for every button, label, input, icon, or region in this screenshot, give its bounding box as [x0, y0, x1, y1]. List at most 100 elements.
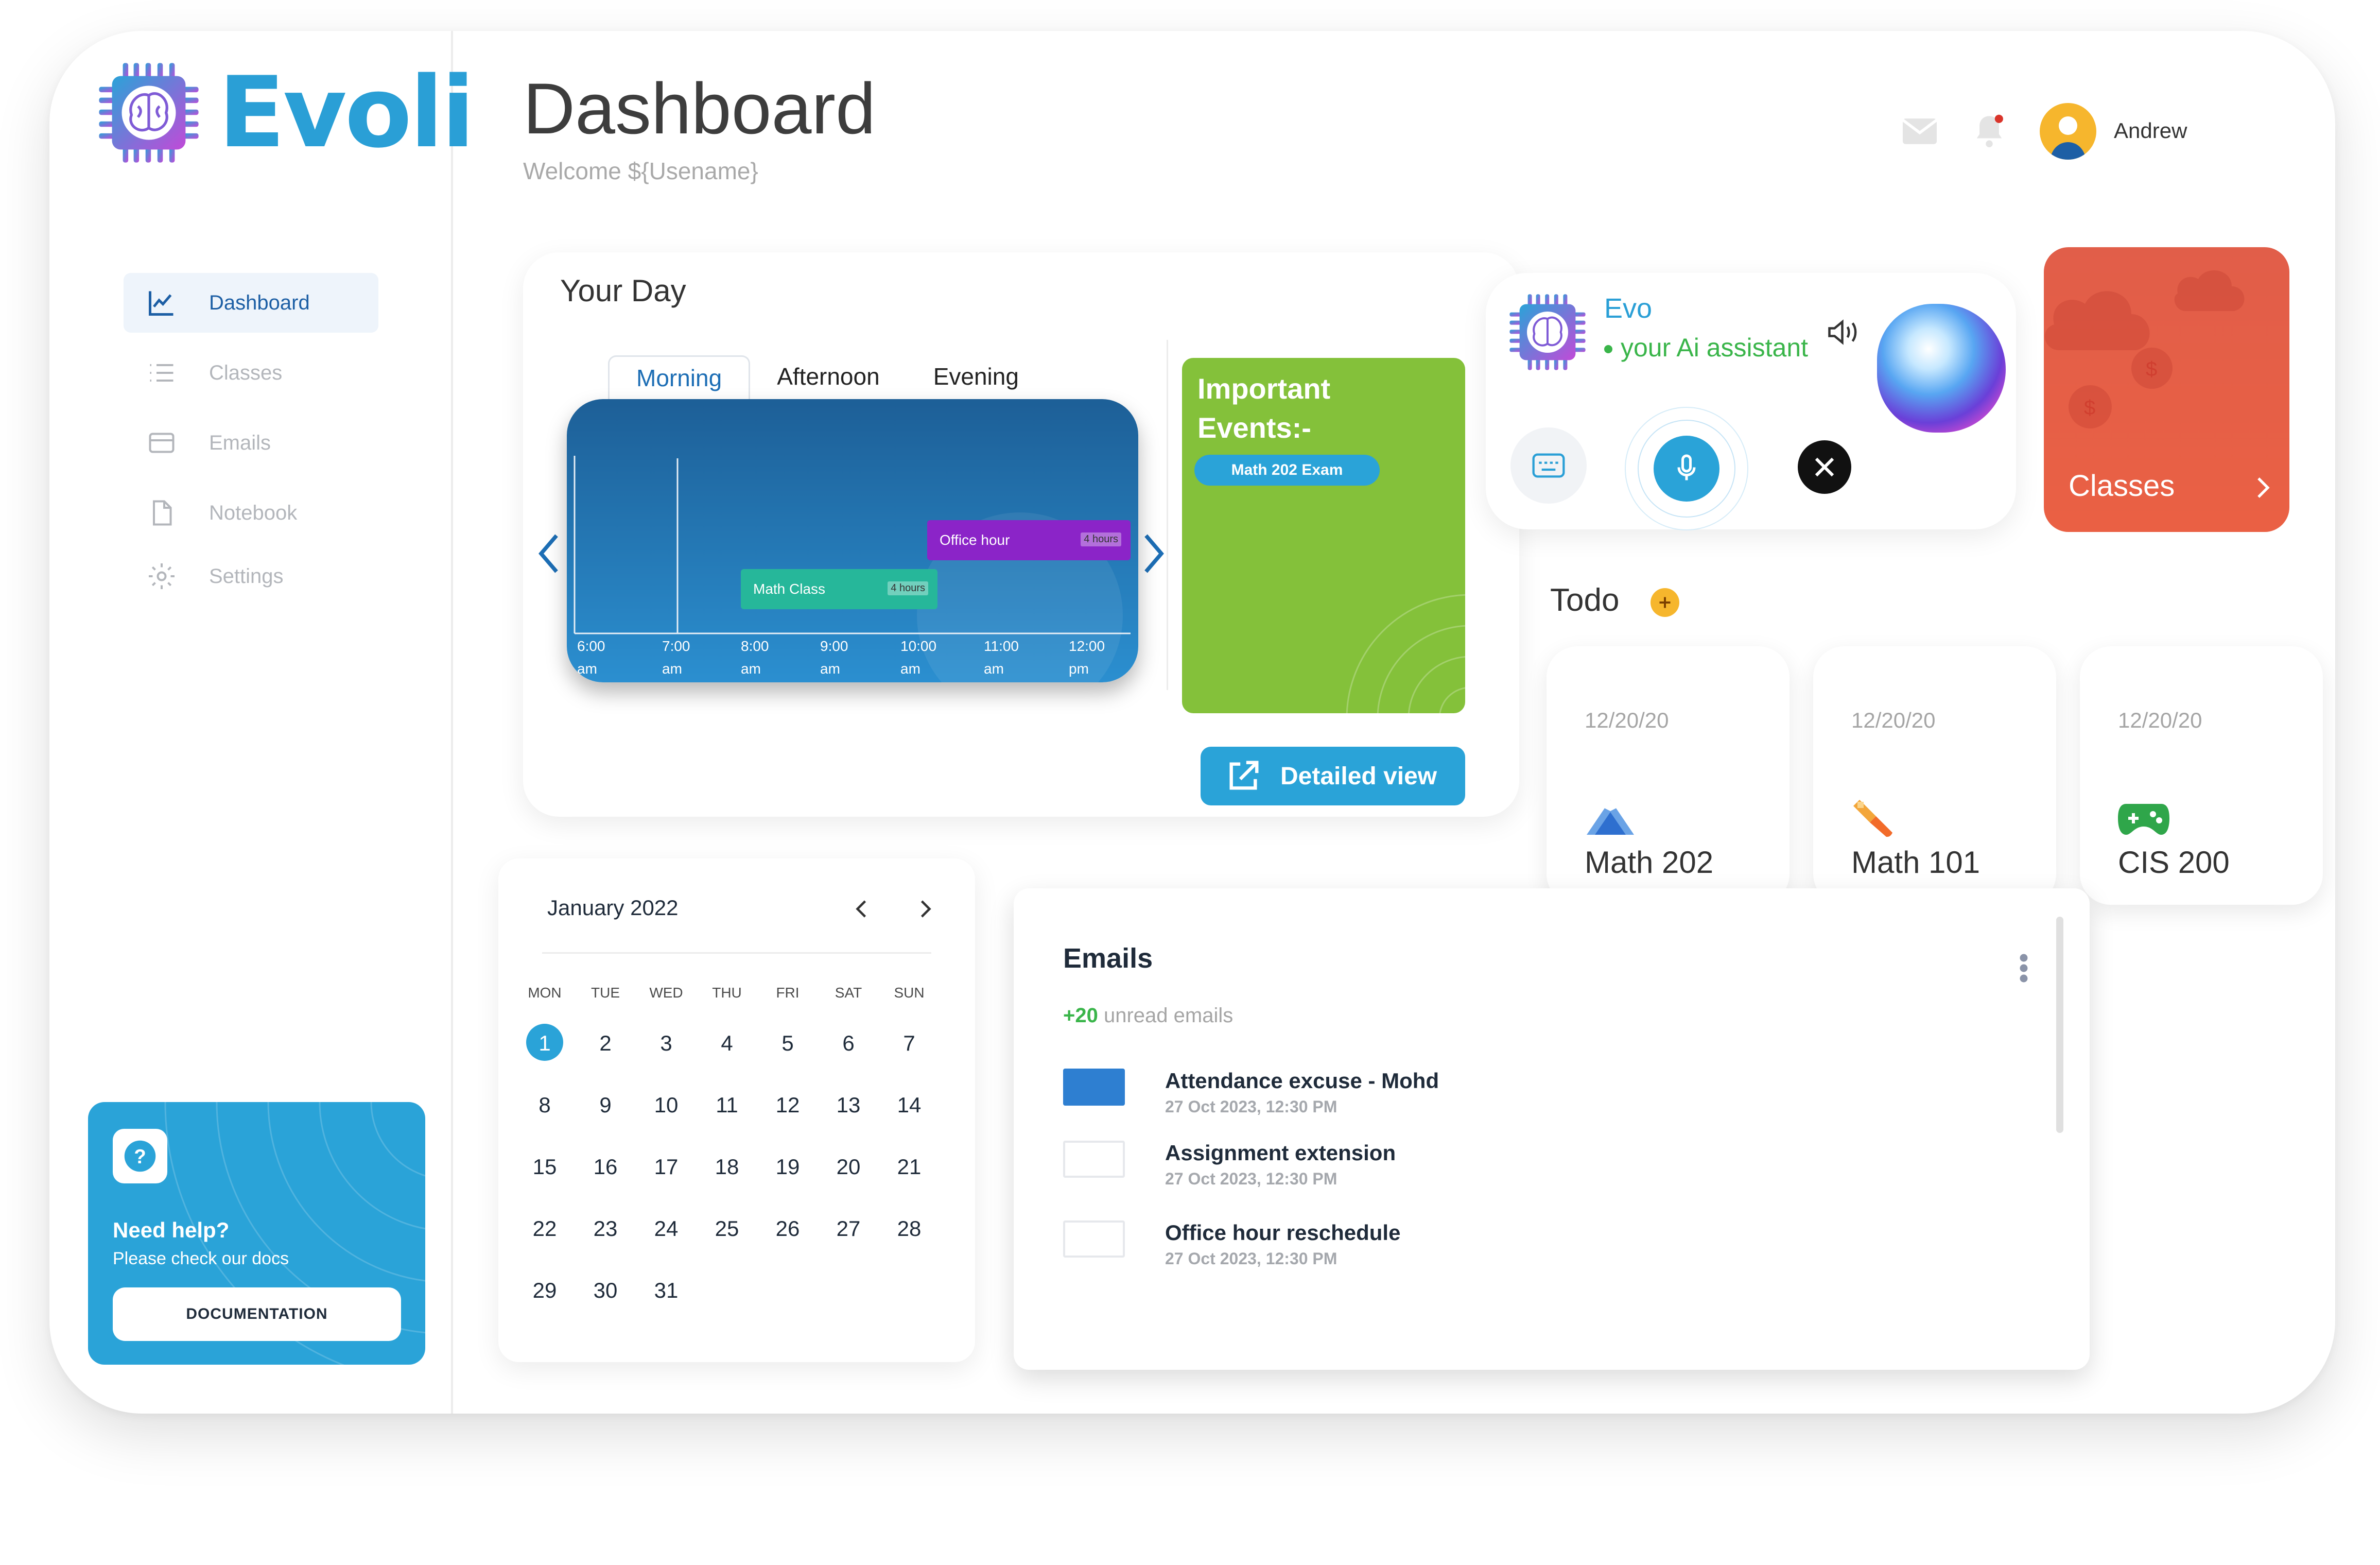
- tab-evening[interactable]: Evening: [907, 355, 1046, 399]
- sidebar-item-classes[interactable]: Classes: [124, 343, 381, 403]
- calendar-weekday: MON: [528, 985, 562, 1001]
- calendar-day[interactable]: 2: [580, 1031, 631, 1056]
- calendar-day[interactable]: 6: [823, 1031, 874, 1056]
- event-office-hour[interactable]: Office hour 4 hours: [927, 520, 1131, 560]
- time-tick: 10:00 am: [900, 638, 937, 677]
- event-label: Math Class: [753, 581, 826, 597]
- calendar-day[interactable]: 31: [640, 1278, 692, 1303]
- sidebar-item-notebook[interactable]: Notebook: [124, 483, 381, 543]
- todo-card[interactable]: 12/20/20 CIS 200: [2080, 646, 2323, 905]
- help-subtitle: Please check our docs: [113, 1249, 289, 1268]
- calendar-day[interactable]: 5: [762, 1031, 813, 1056]
- time-tick: 9:00 am: [820, 638, 848, 677]
- calendar-day[interactable]: 28: [883, 1216, 935, 1241]
- email-subject: Office hour reschedule: [1165, 1220, 1401, 1245]
- emails-scrollbar[interactable]: [2056, 917, 2063, 1133]
- important-events-title: Important Events:-: [1197, 372, 1331, 444]
- calendar-day[interactable]: 19: [762, 1155, 813, 1179]
- calendar-day[interactable]: 29: [519, 1278, 570, 1303]
- todo-card[interactable]: 12/20/20 Math 202: [1547, 646, 1790, 905]
- todo-name: Math 202: [1585, 845, 1714, 880]
- email-checkbox[interactable]: [1063, 1069, 1125, 1106]
- more-options-icon[interactable]: [2018, 953, 2030, 986]
- sidebar-item-label: Settings: [209, 564, 284, 588]
- calendar-day[interactable]: 18: [701, 1155, 753, 1179]
- important-event-item[interactable]: Math 202 Exam: [1194, 455, 1380, 486]
- help-title: Need help?: [113, 1218, 230, 1242]
- important-events-card[interactable]: Important Events:- Math 202 Exam: [1182, 358, 1465, 713]
- assistant-subtitle: your Ai assistant: [1621, 333, 1809, 362]
- tab-afternoon[interactable]: Afternoon: [750, 355, 906, 399]
- email-checkbox[interactable]: [1063, 1220, 1125, 1258]
- todo-date: 12/20/20: [2118, 708, 2202, 732]
- microphone-button[interactable]: [1625, 407, 1748, 530]
- calendar-day[interactable]: 20: [823, 1155, 874, 1179]
- calendar-day[interactable]: 8: [519, 1093, 570, 1117]
- unread-count-label: unread emails: [1103, 1004, 1234, 1027]
- app-window: Evoli Dashboard Classes Emails Notebook: [49, 31, 2335, 1414]
- mail-icon[interactable]: [1902, 118, 1938, 147]
- calendar-day[interactable]: 12: [762, 1093, 813, 1117]
- calendar-prev-icon[interactable]: [854, 899, 869, 922]
- chart-line-icon: [145, 286, 178, 319]
- sidebar-item-emails[interactable]: Emails: [124, 413, 381, 473]
- detailed-view-button[interactable]: Detailed view: [1201, 747, 1465, 805]
- email-time: 27 Oct 2023, 12:30 PM: [1165, 1097, 1337, 1116]
- todo-date: 12/20/20: [1585, 708, 1669, 732]
- close-button[interactable]: [1798, 440, 1851, 494]
- calendar-day[interactable]: 14: [883, 1093, 935, 1117]
- calendar-day[interactable]: 25: [701, 1216, 753, 1241]
- event-math-class[interactable]: Math Class 4 hours: [741, 569, 937, 609]
- gamepad-icon: [2118, 804, 2169, 835]
- app-name: Evoli: [218, 56, 475, 169]
- documentation-button[interactable]: DOCUMENTATION: [113, 1287, 401, 1341]
- calendar-day[interactable]: 9: [580, 1093, 631, 1117]
- keyboard-button[interactable]: [1510, 427, 1587, 504]
- calendar-day[interactable]: 21: [883, 1155, 935, 1179]
- todo-name: CIS 200: [2118, 845, 2230, 880]
- email-checkbox[interactable]: [1063, 1141, 1125, 1178]
- plus-icon: [1659, 597, 1671, 608]
- calendar-day[interactable]: 11: [701, 1093, 753, 1117]
- calendar-next-icon[interactable]: [918, 899, 933, 922]
- calendar-day[interactable]: 26: [762, 1216, 813, 1241]
- add-todo-button[interactable]: [1651, 588, 1679, 617]
- calendar-day[interactable]: 24: [640, 1216, 692, 1241]
- calendar-day[interactable]: 13: [823, 1093, 874, 1117]
- calendar-day[interactable]: 27: [823, 1216, 874, 1241]
- unread-count: +20 unread emails: [1063, 1004, 1233, 1027]
- calendar-divider: [542, 952, 931, 954]
- sidebar-item-dashboard[interactable]: Dashboard: [124, 273, 378, 333]
- calendar-day[interactable]: 22: [519, 1216, 570, 1241]
- calendar-day[interactable]: 3: [640, 1031, 692, 1056]
- calendar-day[interactable]: 7: [883, 1031, 935, 1056]
- speaker-icon[interactable]: [1826, 317, 1862, 350]
- user-name: Andrew: [2114, 118, 2187, 143]
- calendar-day[interactable]: 30: [580, 1278, 631, 1303]
- avatar[interactable]: [2040, 103, 2096, 160]
- emails-card: Emails +20 unread emails Attendance excu…: [1014, 888, 2090, 1370]
- microphone-icon: [1677, 454, 1696, 480]
- day-timeline: Office hour 4 hours Math Class 4 hours 6…: [567, 399, 1138, 682]
- calendar-card: January 2022 MON TUE WED THU FRI SAT SUN 1 2 3 4 5 6…: [498, 858, 975, 1362]
- calendar-day[interactable]: 4: [701, 1031, 753, 1056]
- chevron-right-icon[interactable]: [1141, 533, 1167, 577]
- calendar-day[interactable]: 1: [519, 1031, 570, 1056]
- tab-morning[interactable]: Morning: [608, 355, 751, 399]
- sidebar-divider: [451, 31, 453, 1414]
- sidebar-item-label: Classes: [209, 361, 283, 384]
- bell-icon[interactable]: [1972, 113, 2006, 152]
- sidebar-item-settings[interactable]: Settings: [124, 553, 381, 599]
- calendar-day[interactable]: 15: [519, 1155, 570, 1179]
- brain-chip-icon: [99, 62, 199, 163]
- calendar-day[interactable]: 23: [580, 1216, 631, 1241]
- calendar-weekday: TUE: [591, 985, 620, 1001]
- calendar-day[interactable]: 17: [640, 1155, 692, 1179]
- time-tick: 7:00 am: [662, 638, 690, 677]
- classes-card[interactable]: $ $ Classes: [2044, 247, 2289, 532]
- chevron-left-icon[interactable]: [536, 533, 562, 577]
- classes-card-label: Classes: [2069, 469, 2175, 503]
- todo-card[interactable]: 12/20/20 Math 101: [1813, 646, 2056, 905]
- calendar-day[interactable]: 16: [580, 1155, 631, 1179]
- calendar-day[interactable]: 10: [640, 1093, 692, 1117]
